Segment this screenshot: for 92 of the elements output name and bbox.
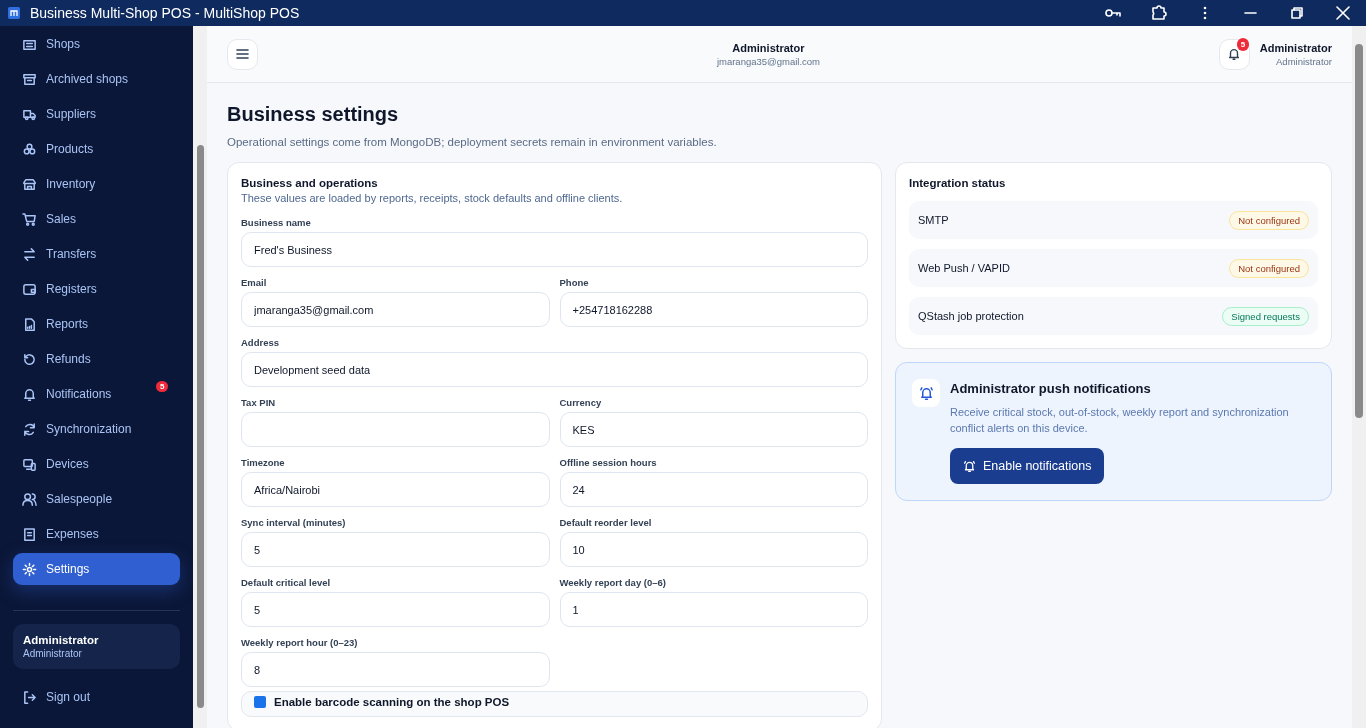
sidebar-item[interactable]: Devices xyxy=(13,448,180,480)
wallet-icon xyxy=(22,281,37,297)
app-logo-icon xyxy=(8,7,20,19)
field-label: Business name xyxy=(241,217,312,228)
sidebar-item[interactable]: Transfers xyxy=(13,238,180,270)
bell-icon xyxy=(1227,47,1242,61)
arrows-icon xyxy=(22,246,37,262)
card-description: Receive critical stock, out-of-stock, weekly report and synchronization conflict alerts on this device. xyxy=(950,405,1290,436)
input-field[interactable]: Fred's Business xyxy=(241,232,868,267)
profile-role: Administrator xyxy=(1276,55,1332,67)
input-field[interactable]: 8 xyxy=(241,652,550,687)
input-field[interactable]: Development seed data xyxy=(241,352,868,387)
card-description: These values are loaded by reports, receipts, stock defaults and offline clients. xyxy=(241,192,624,204)
menu-button[interactable] xyxy=(227,38,258,70)
checkbox-label: Enable barcode scanning on the shop POS xyxy=(274,696,510,708)
sidebar-item[interactable]: Products xyxy=(13,133,180,165)
menu-icon xyxy=(236,48,249,60)
bell-ringing-icon xyxy=(963,459,976,473)
field-label: Sync interval (minutes) xyxy=(241,517,347,528)
integration-name: SMTP xyxy=(918,214,949,226)
sign-out-link[interactable]: Sign out xyxy=(13,685,180,709)
status-badge: Signed requests xyxy=(1222,306,1309,326)
field-label: Address xyxy=(241,337,280,348)
field-label: Offline session hours xyxy=(559,457,658,468)
integration-name: QStash job protection xyxy=(918,310,1024,322)
user-name: Administrator xyxy=(23,634,100,646)
count-badge: 5 xyxy=(1236,37,1250,51)
profile-name: Administrator xyxy=(1259,41,1332,54)
status-badge: Not configured xyxy=(1229,258,1309,278)
archive-box-icon xyxy=(22,71,37,87)
field-label: Weekly report hour (0–23) xyxy=(241,637,359,648)
field-label: Timezone xyxy=(241,457,286,468)
page-subtitle: Operational settings come from MongoDB; deployment secrets remain in environment variables. xyxy=(227,136,718,148)
notifications-button[interactable]: 5 xyxy=(1218,38,1250,70)
cart-icon xyxy=(22,211,37,227)
input-field[interactable]: Africa/Nairobi xyxy=(241,472,550,507)
page-title: Business settings xyxy=(227,103,400,126)
input-field[interactable]: +254718162288 xyxy=(559,292,868,327)
sidebar-item[interactable]: Notifications 5 xyxy=(13,378,180,410)
field-label: Email xyxy=(241,277,268,288)
boxes-icon xyxy=(22,141,37,157)
field-label: Tax PIN xyxy=(241,397,277,408)
user-email: jmaranga35@gmail.com xyxy=(716,55,820,67)
sidebar-item[interactable]: Salespeople xyxy=(13,483,180,515)
window-title: Business Multi-Shop POS - MultiShop POS xyxy=(30,5,301,21)
user-role: Administrator xyxy=(23,648,83,659)
sync-icon xyxy=(22,421,37,437)
count-badge: 5 xyxy=(156,381,169,392)
input-field[interactable]: 5 xyxy=(241,532,550,567)
field-label: Currency xyxy=(559,397,603,408)
bell-icon xyxy=(22,386,37,402)
gear-icon xyxy=(22,561,37,577)
input-field[interactable]: 10 xyxy=(559,532,868,567)
scrollbar[interactable] xyxy=(1352,26,1366,728)
card-title: Integration status xyxy=(909,177,1007,189)
scrollbar[interactable] xyxy=(193,26,207,728)
undo-icon xyxy=(22,351,37,367)
field-label: Default reorder level xyxy=(559,517,653,528)
input-field[interactable]: 1 xyxy=(559,592,868,627)
document-icon xyxy=(22,316,37,332)
input-field[interactable]: 24 xyxy=(559,472,868,507)
sidebar-item[interactable]: Reports xyxy=(13,308,180,340)
checkbox[interactable] xyxy=(254,696,266,708)
enable-notifications-button[interactable]: Enable notifications xyxy=(950,448,1105,484)
card-title: Business and operations xyxy=(241,177,379,189)
sidebar-item[interactable]: Settings xyxy=(13,553,180,585)
devices-icon xyxy=(22,456,37,472)
field-label: Default critical level xyxy=(241,577,332,588)
input-field[interactable]: jmaranga35@gmail.com xyxy=(241,292,550,327)
sidebar-item[interactable]: Synchronization xyxy=(13,413,180,445)
sign-out-icon xyxy=(22,689,37,705)
store-icon xyxy=(22,176,37,192)
people-icon xyxy=(22,491,37,507)
sidebar-item[interactable]: Refunds xyxy=(13,343,180,375)
sidebar-item[interactable]: Shops xyxy=(13,28,180,60)
sidebar-item[interactable]: Expenses xyxy=(13,518,180,550)
receipt-icon xyxy=(22,526,37,542)
sidebar-item[interactable]: Inventory xyxy=(13,168,180,200)
user-name: Administrator xyxy=(732,41,805,54)
input-field[interactable]: 5 xyxy=(241,592,550,627)
sidebar-item[interactable]: Sales xyxy=(13,203,180,235)
input-field[interactable]: KES xyxy=(559,412,868,447)
sidebar-item[interactable]: Suppliers xyxy=(13,98,180,130)
status-badge: Not configured xyxy=(1229,210,1309,230)
field-label: Weekly report day (0–6) xyxy=(559,577,667,588)
sidebar-item[interactable]: Archived shops xyxy=(13,63,180,95)
card-title: Administrator push notifications xyxy=(950,381,1152,396)
bell-ringing-icon xyxy=(918,385,934,401)
input-field[interactable] xyxy=(241,412,550,447)
integration-name: Web Push / VAPID xyxy=(918,262,1010,274)
sidebar-item[interactable]: Registers xyxy=(13,273,180,305)
field-label: Phone xyxy=(559,277,590,288)
